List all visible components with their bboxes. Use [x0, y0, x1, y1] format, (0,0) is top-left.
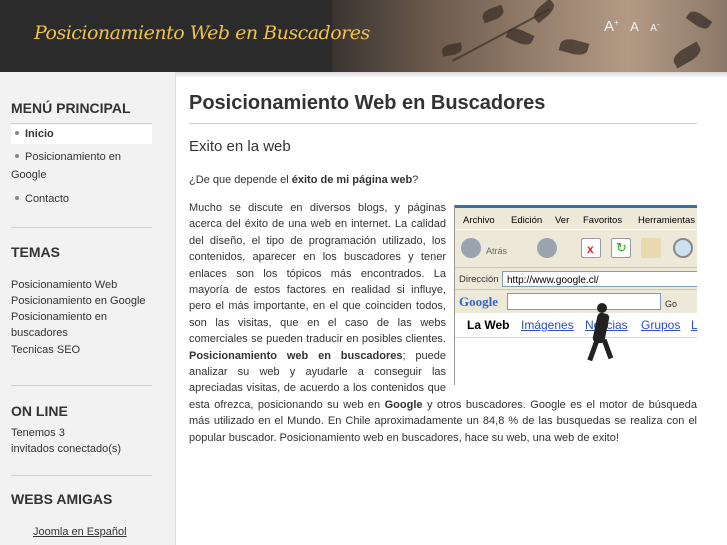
header-photo — [332, 0, 727, 72]
search-icon — [673, 238, 693, 258]
page-title: Posicionamiento Web en Buscadores — [189, 92, 546, 114]
article-question: ¿De que depende el éxito de mi página we… — [189, 174, 419, 186]
article-title: Exito en la web — [189, 138, 291, 155]
article-body: Archivo Edición Ver Favoritos Herramient… — [189, 202, 697, 444]
google-toolbar: Google Go — [455, 289, 697, 313]
google-page: La Web Imágenes Noticias Grupos L — [455, 303, 697, 385]
menu-item-inicio[interactable]: Inicio — [11, 125, 152, 144]
online-title: ON LINE — [11, 403, 68, 419]
topic-link-posicionamiento-google[interactable]: Posicionamiento en Google — [11, 293, 146, 309]
font-reset-button[interactable]: A — [630, 19, 639, 34]
sidebar: MENÚ PRINCIPAL Inicio Posicionamiento en… — [0, 72, 176, 545]
stop-icon: x — [581, 238, 601, 258]
topic-link-posicionamiento-buscadores[interactable]: Posicionamiento en buscadores — [11, 309, 107, 341]
font-size-tools: A+ A A- — [604, 18, 667, 36]
menu-item-posicionamiento-google[interactable]: Posicionamiento en Google — [11, 148, 152, 184]
bullet-icon — [15, 154, 19, 159]
bullet-icon — [15, 131, 19, 136]
browser-menu-bar: Archivo Edición Ver Favoritos Herramient… — [455, 205, 697, 229]
online-guests: invitados conectado(s) — [11, 443, 122, 455]
friend-link-joomla[interactable]: Joomla en Español — [33, 524, 127, 540]
topic-link-tecnicas-seo[interactable]: Tecnicas SEO — [11, 342, 80, 358]
title-divider — [189, 123, 697, 124]
font-increase-button[interactable]: A+ — [604, 18, 619, 35]
main-menu-title: MENÚ PRINCIPAL — [11, 100, 131, 116]
topic-link-posicionamiento-web[interactable]: Posicionamiento Web — [11, 277, 117, 293]
refresh-icon: ↻ — [611, 238, 631, 258]
friends-title: WEBS AMIGAS — [11, 491, 113, 507]
browser-screenshot-image: Archivo Edición Ver Favoritos Herramient… — [454, 205, 697, 385]
bullet-icon — [15, 196, 19, 201]
online-count: Tenemos 3 — [11, 427, 65, 439]
menu-item-contacto[interactable]: Contacto — [11, 190, 152, 209]
home-icon — [641, 238, 661, 258]
site-title[interactable]: Posicionamiento Web en Buscadores — [34, 22, 370, 44]
site-header: Posicionamiento Web en Buscadores A+ A A… — [0, 0, 727, 72]
browser-toolbar: Atrás x ↻ — [455, 229, 697, 267]
back-icon — [461, 238, 481, 258]
font-decrease-button[interactable]: A- — [650, 20, 659, 34]
topics-title: TEMAS — [11, 244, 60, 260]
forward-icon — [537, 238, 557, 258]
browser-address-bar: Dirección http://www.google.cl/ — [455, 267, 697, 289]
